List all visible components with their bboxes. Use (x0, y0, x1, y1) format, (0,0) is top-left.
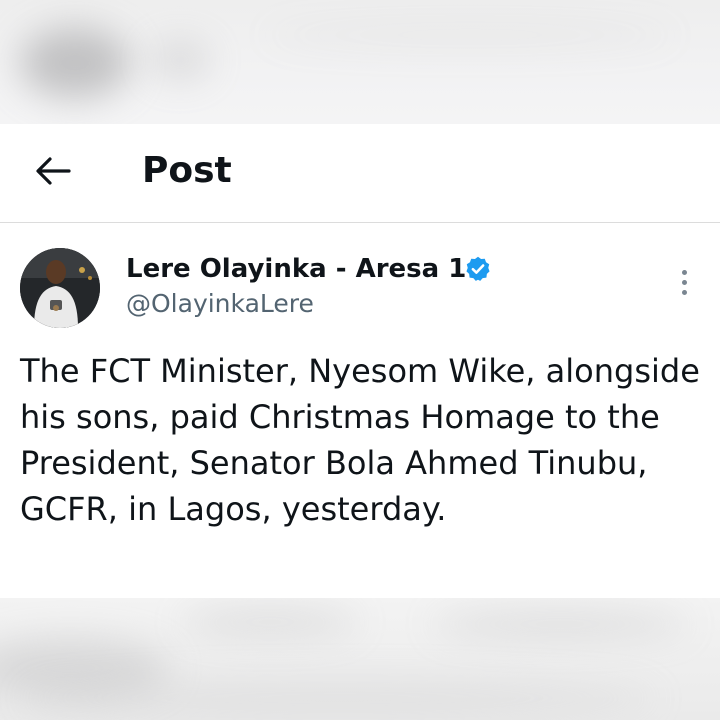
blurred-shape (180, 608, 360, 636)
blurred-bottom-region (0, 598, 720, 720)
more-vertical-icon-dot (681, 279, 687, 285)
arrow-left-icon (36, 157, 71, 185)
blurred-shape (150, 40, 210, 80)
more-options-button[interactable] (668, 262, 700, 302)
blurred-shape (260, 20, 680, 50)
blurred-shape (20, 28, 130, 98)
more-vertical-icon-dot (681, 289, 687, 295)
avatar[interactable] (20, 248, 100, 328)
post-body-text: The FCT Minister, Nyesom Wike, alongside… (20, 352, 700, 528)
post-card: Post Lere Olayinka - Aresa 1 @OlayinkaLe… (0, 124, 720, 598)
avatar-image (20, 248, 100, 328)
page-title: Post (142, 150, 232, 191)
screenshot-frame: Post Lere Olayinka - Aresa 1 @OlayinkaLe… (0, 0, 720, 720)
author-handle[interactable]: @OlayinkaLere (126, 287, 314, 321)
back-button[interactable] (30, 148, 76, 194)
author-name[interactable]: Lere Olayinka - Aresa 1 (126, 252, 466, 286)
blurred-shape (430, 610, 690, 638)
verified-badge-icon (466, 256, 490, 281)
blurred-top-region (0, 0, 720, 124)
post-header: Post (0, 124, 720, 223)
more-vertical-icon (681, 269, 687, 275)
blurred-shape (20, 678, 660, 718)
